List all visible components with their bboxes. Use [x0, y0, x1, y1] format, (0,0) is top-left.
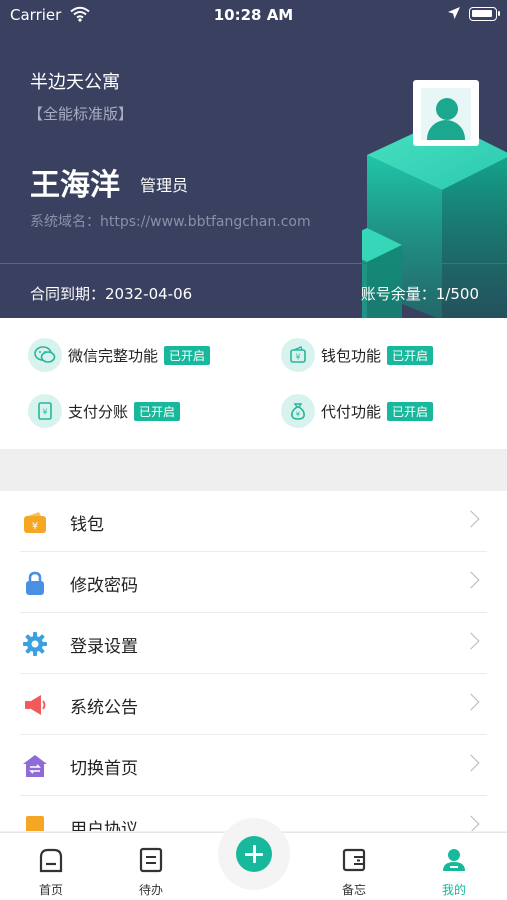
menu-label: 用户协议 [70, 820, 138, 831]
chevron-right-icon [462, 571, 480, 589]
tab-home[interactable]: 首页 [11, 833, 91, 900]
megaphone-icon [22, 692, 48, 718]
feature-proxy-pay: ¥ 代付功能 已开启 [281, 394, 434, 428]
settings-menu: ¥ 钱包 修改密码 登录设置 系统公告 切换首页 用户协议 [0, 491, 507, 831]
chevron-right-icon [462, 693, 480, 711]
feature-wallet: ¥ 钱包功能 已开启 [281, 338, 434, 372]
wechat-icon [28, 338, 62, 372]
menu-item-announcements[interactable]: 系统公告 [0, 674, 507, 735]
menu-label: 修改密码 [70, 576, 138, 596]
feature-panel: 微信完整功能 已开启 ¥ 钱包功能 已开启 ¥ 支付分账 已开启 ¥ 代付功能 … [0, 318, 507, 449]
feature-label: 微信完整功能 [68, 346, 159, 365]
edition-label: 【全能标准版】 [28, 105, 134, 123]
profile-icon [441, 847, 467, 873]
add-button-wrap [218, 818, 290, 890]
memo-icon [341, 847, 367, 873]
chevron-right-icon [462, 754, 480, 772]
menu-label: 切换首页 [70, 759, 138, 779]
feature-split-pay: ¥ 支付分账 已开启 [28, 394, 181, 428]
status-bar: Carrier 10:28 AM [0, 0, 507, 30]
avatar[interactable] [413, 80, 479, 146]
wallet-icon: ¥ [281, 338, 315, 372]
tab-label: 我的 [441, 883, 466, 897]
status-badge: 已开启 [134, 401, 181, 421]
feature-label: 支付分账 [68, 402, 129, 421]
menu-item-wallet[interactable]: ¥ 钱包 [0, 491, 507, 552]
menu-label: 系统公告 [70, 698, 138, 718]
menu-item-switch-home[interactable]: 切换首页 [0, 735, 507, 796]
menu-label: 登录设置 [70, 637, 138, 657]
tab-label: 备忘 [341, 883, 366, 897]
menu-item-login-settings[interactable]: 登录设置 [0, 613, 507, 674]
system-domain: 系统域名：https://www.bbtfangchan.com [30, 214, 311, 230]
contract-expiry: 合同到期：2032-04-06 [30, 285, 193, 303]
battery-icon [469, 7, 500, 21]
split-pay-icon: ¥ [28, 394, 62, 428]
gear-icon [22, 631, 48, 657]
menu-item-change-password[interactable]: 修改密码 [0, 552, 507, 613]
status-badge: 已开启 [387, 401, 434, 421]
chevron-right-icon [462, 510, 480, 528]
status-badge: 已开启 [164, 345, 211, 365]
user-avatar-icon [421, 88, 471, 140]
tab-todo[interactable]: 待办 [111, 833, 191, 900]
account-quota: 账号余量：1/500 [360, 285, 479, 303]
svg-text:¥: ¥ [32, 521, 38, 532]
chevron-right-icon [462, 632, 480, 650]
svg-text:¥: ¥ [295, 353, 300, 362]
chevron-right-icon [462, 815, 480, 831]
svg-text:¥: ¥ [296, 411, 301, 419]
todo-icon [138, 847, 164, 873]
feature-wechat: 微信完整功能 已开启 [28, 338, 211, 372]
user-role: 管理员 [140, 176, 189, 195]
tab-mine[interactable]: 我的 [414, 833, 494, 900]
money-bag-icon: ¥ [281, 394, 315, 428]
tab-memo[interactable]: 备忘 [314, 833, 394, 900]
feature-label: 代付功能 [321, 402, 382, 421]
company-name: 半边天公寓 [30, 72, 120, 93]
profile-header: Carrier 10:28 AM 半边天公寓 【全能标准版】 王海洋 管理员 系… [0, 0, 507, 318]
user-name: 王海洋 [30, 168, 120, 203]
svg-text:¥: ¥ [42, 408, 47, 417]
location-arrow-icon [447, 6, 461, 24]
home-icon [38, 847, 64, 873]
tab-label: 待办 [138, 883, 163, 897]
plus-icon[interactable] [236, 836, 272, 872]
clock: 10:28 AM [213, 6, 294, 24]
feature-label: 钱包功能 [321, 346, 382, 365]
menu-label: 钱包 [70, 515, 104, 535]
document-icon [22, 814, 48, 831]
tab-label: 首页 [38, 883, 63, 897]
status-badge: 已开启 [387, 345, 434, 365]
lock-icon [22, 570, 48, 596]
wallet-icon: ¥ [22, 509, 48, 535]
switch-home-icon [22, 753, 48, 779]
header-divider [0, 263, 507, 264]
section-gap [0, 449, 507, 491]
